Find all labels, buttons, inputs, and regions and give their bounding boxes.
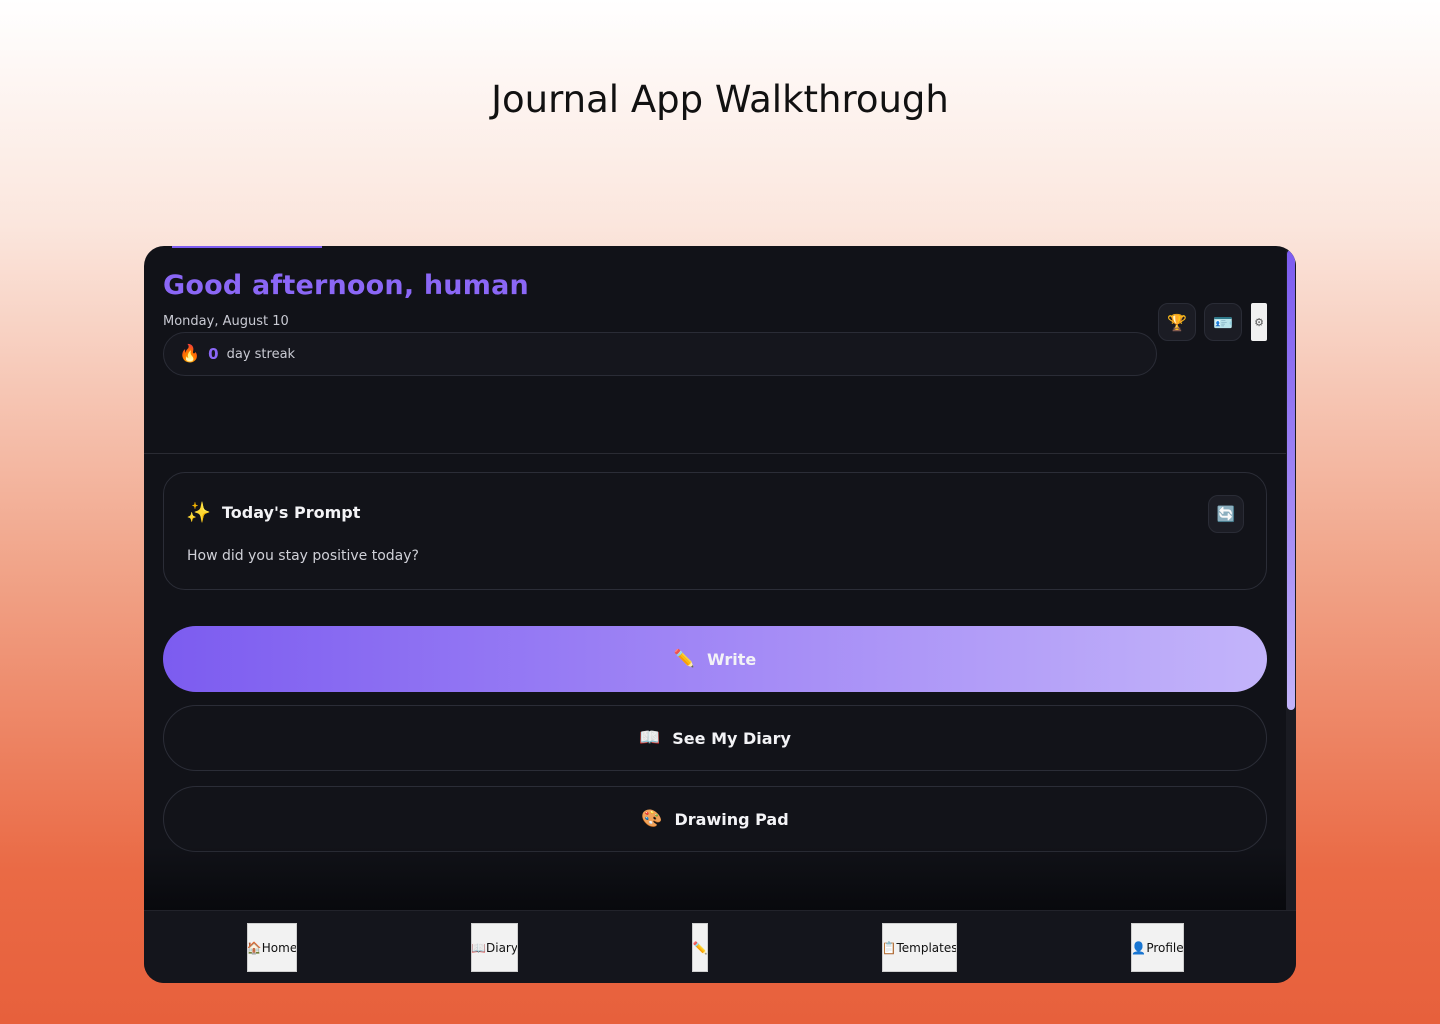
nav-templates-button[interactable]: 📋 Templates [882,923,957,972]
refresh-prompt-button[interactable]: 🔄 [1208,495,1244,533]
streak-count: 0 [208,345,219,363]
streak-pill: 🔥 0 day streak [163,332,1157,376]
open-book-icon: 📖 [639,728,661,748]
trophy-icon: 🏆 [1167,312,1187,332]
write-button-label: Write [706,649,757,669]
clipboard-icon: 📋 [882,940,897,955]
nav-diary-label: Diary [486,940,518,955]
pencil-icon: ✏️ [692,940,708,955]
header-divider [144,453,1286,454]
palette-icon: 🎨 [641,809,663,829]
current-date: Monday, August 10 [163,314,289,329]
app-window: Good afternoon, human Monday, August 10 … [144,246,1296,983]
bottom-nav: 🏠 Home 📖 Diary ✏️ 📋 Templates 👤 Profile [144,910,1296,983]
streak-label: day streak [226,346,296,362]
nav-profile-button[interactable]: 👤 Profile [1131,923,1184,972]
refresh-icon: 🔄 [1216,505,1236,523]
settings-button[interactable]: ⚙ [1251,303,1267,341]
sparkles-icon: ✨ [186,500,211,524]
todays-prompt-card: ✨ Today's Prompt How did you stay positi… [163,472,1267,590]
write-button[interactable]: ✏️ Write [163,626,1267,692]
nav-diary-button[interactable]: 📖 Diary [471,923,518,972]
prompt-text: How did you stay positive today? [187,548,419,564]
see-my-diary-label: See My Diary [672,728,791,748]
top-accent-bar [172,246,322,248]
drawing-pad-button[interactable]: 🎨 Drawing Pad [163,786,1267,852]
nav-home-button[interactable]: 🏠 Home [247,923,297,972]
pencil-icon: ✏️ [673,649,695,669]
achievements-button[interactable]: 🏆 [1158,303,1196,341]
nav-write-button[interactable]: ✏️ [692,923,708,972]
see-my-diary-button[interactable]: 📖 See My Diary [163,705,1267,771]
page-title: Journal App Walkthrough [491,78,949,121]
user-icon: 👤 [1131,940,1147,955]
prompt-title: Today's Prompt [222,503,361,522]
gear-icon: ⚙ [1254,315,1264,329]
content-fade [144,846,1286,910]
scrollbar-track[interactable] [1286,246,1296,910]
home-icon: 🏠 [247,940,262,955]
nav-home-label: Home [261,940,297,955]
scrollbar-thumb[interactable] [1287,250,1295,710]
flame-icon: 🔥 [179,344,201,364]
book-icon: 📖 [471,940,486,955]
drawing-pad-label: Drawing Pad [674,809,789,829]
nav-templates-label: Templates [896,940,957,955]
greeting-title: Good afternoon, human [163,270,529,301]
nav-profile-label: Profile [1146,940,1184,955]
id-card-button[interactable]: 🪪 [1204,303,1242,341]
id-card-icon: 🪪 [1213,312,1233,332]
